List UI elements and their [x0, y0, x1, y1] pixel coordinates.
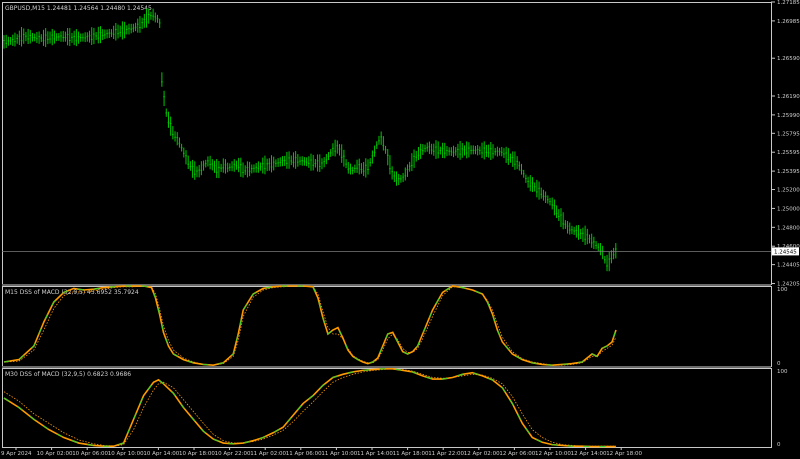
m15-panel-title: M15 DSS of MACD (32,9,5) 45.6952 35.7924 [5, 289, 139, 296]
chart-window: 1.27185 1.26985 1.26590 1.26190 1.25990 1.257… [0, 0, 800, 459]
m15-tick-label: 100 [777, 287, 788, 293]
time-tick-label: 12 Apr 02:00 [464, 451, 500, 457]
panel-border-1 [2, 286, 772, 367]
price-panel-title: GBPUSD,M15 1.24481 1.24564 1.24480 1.245… [5, 5, 152, 12]
time-tick-label: 12 Apr 10:00 [535, 451, 571, 457]
price-tick-label: 1.24800 [777, 225, 800, 231]
m15-dss-orange-line [3, 285, 617, 367]
time-tick-label: 11 Apr 06:00 [286, 451, 322, 457]
price-tick-label: 1.27185 [777, 0, 800, 6]
time-tick-label: 11 Apr 02:00 [250, 451, 286, 457]
time-tick-label: 11 Apr 18:00 [393, 451, 429, 457]
time-tick-label: 10 Apr 06:00 [72, 451, 108, 457]
time-tick-label: 11 Apr 10:00 [321, 451, 357, 457]
m15-signal-dotted-line [3, 285, 617, 366]
m30-dss-panel: M30 DSS of MACD (32,9,5) 0.6823 0.9686 10… [3, 367, 788, 448]
time-tick-label: 10 Apr 10:00 [108, 451, 144, 457]
time-tick-label: 12 Apr 06:00 [499, 451, 535, 457]
panel-border-2 [2, 368, 772, 448]
price-tick-label: 1.25000 [777, 206, 800, 212]
time-tick-label: 10 Apr 14:00 [143, 451, 179, 457]
current-price-label: 1.24545 [774, 249, 797, 255]
m30-tick-label: 0 [777, 442, 781, 448]
time-tick-label: 10 Apr 18:00 [179, 451, 215, 457]
m15-dss-green-line [3, 285, 617, 366]
price-tick-label: 1.25990 [777, 113, 800, 119]
price-tick-label: 1.26590 [777, 56, 800, 62]
time-tick-label: 12 Apr 14:00 [571, 451, 607, 457]
price-tick-label: 1.25395 [777, 169, 800, 175]
m30-dss-green-line [3, 368, 616, 448]
price-tick-label: 1.26985 [777, 19, 800, 25]
price-tick-label: 1.26190 [777, 94, 800, 100]
panel-border-0 [2, 2, 772, 285]
time-tick-label: 10 Apr 02:00 [37, 451, 73, 457]
price-panel: 1.27185 1.26985 1.26590 1.26190 1.25990 1.257… [2, 0, 800, 288]
price-tick-label: 1.24405 [777, 263, 800, 269]
m30-dss-orange-line [3, 367, 616, 448]
m15-dss-panel: M15 DSS of MACD (32,9,5) 45.6952 35.7924… [3, 285, 788, 367]
chart-canvas[interactable]: 1.27185 1.26985 1.26590 1.26190 1.25990 1.257… [0, 0, 800, 459]
time-axis: 9 Apr 2024 10 Apr 02:00 10 Apr 06:00 10 Apr… [1, 447, 643, 457]
time-tick-label: 9 Apr 2024 [1, 451, 32, 457]
time-tick-label: 11 Apr 14:00 [357, 451, 393, 457]
time-tick-label: 10 Apr 22:00 [215, 451, 251, 457]
price-tick-label: 1.25795 [777, 131, 800, 137]
m15-tick-label: 0 [777, 361, 781, 367]
time-tick-label: 11 Apr 22:00 [428, 451, 464, 457]
m30-tick-label: 100 [777, 369, 788, 375]
panel-frames [2, 2, 772, 448]
m30-signal-dotted-line [3, 368, 616, 447]
price-tick-label: 1.25595 [777, 150, 800, 156]
price-tick-label: 1.25200 [777, 188, 800, 194]
time-tick-label: 12 Apr 18:00 [606, 451, 642, 457]
m30-panel-title: M30 DSS of MACD (32,9,5) 0.6823 0.9686 [5, 371, 131, 378]
